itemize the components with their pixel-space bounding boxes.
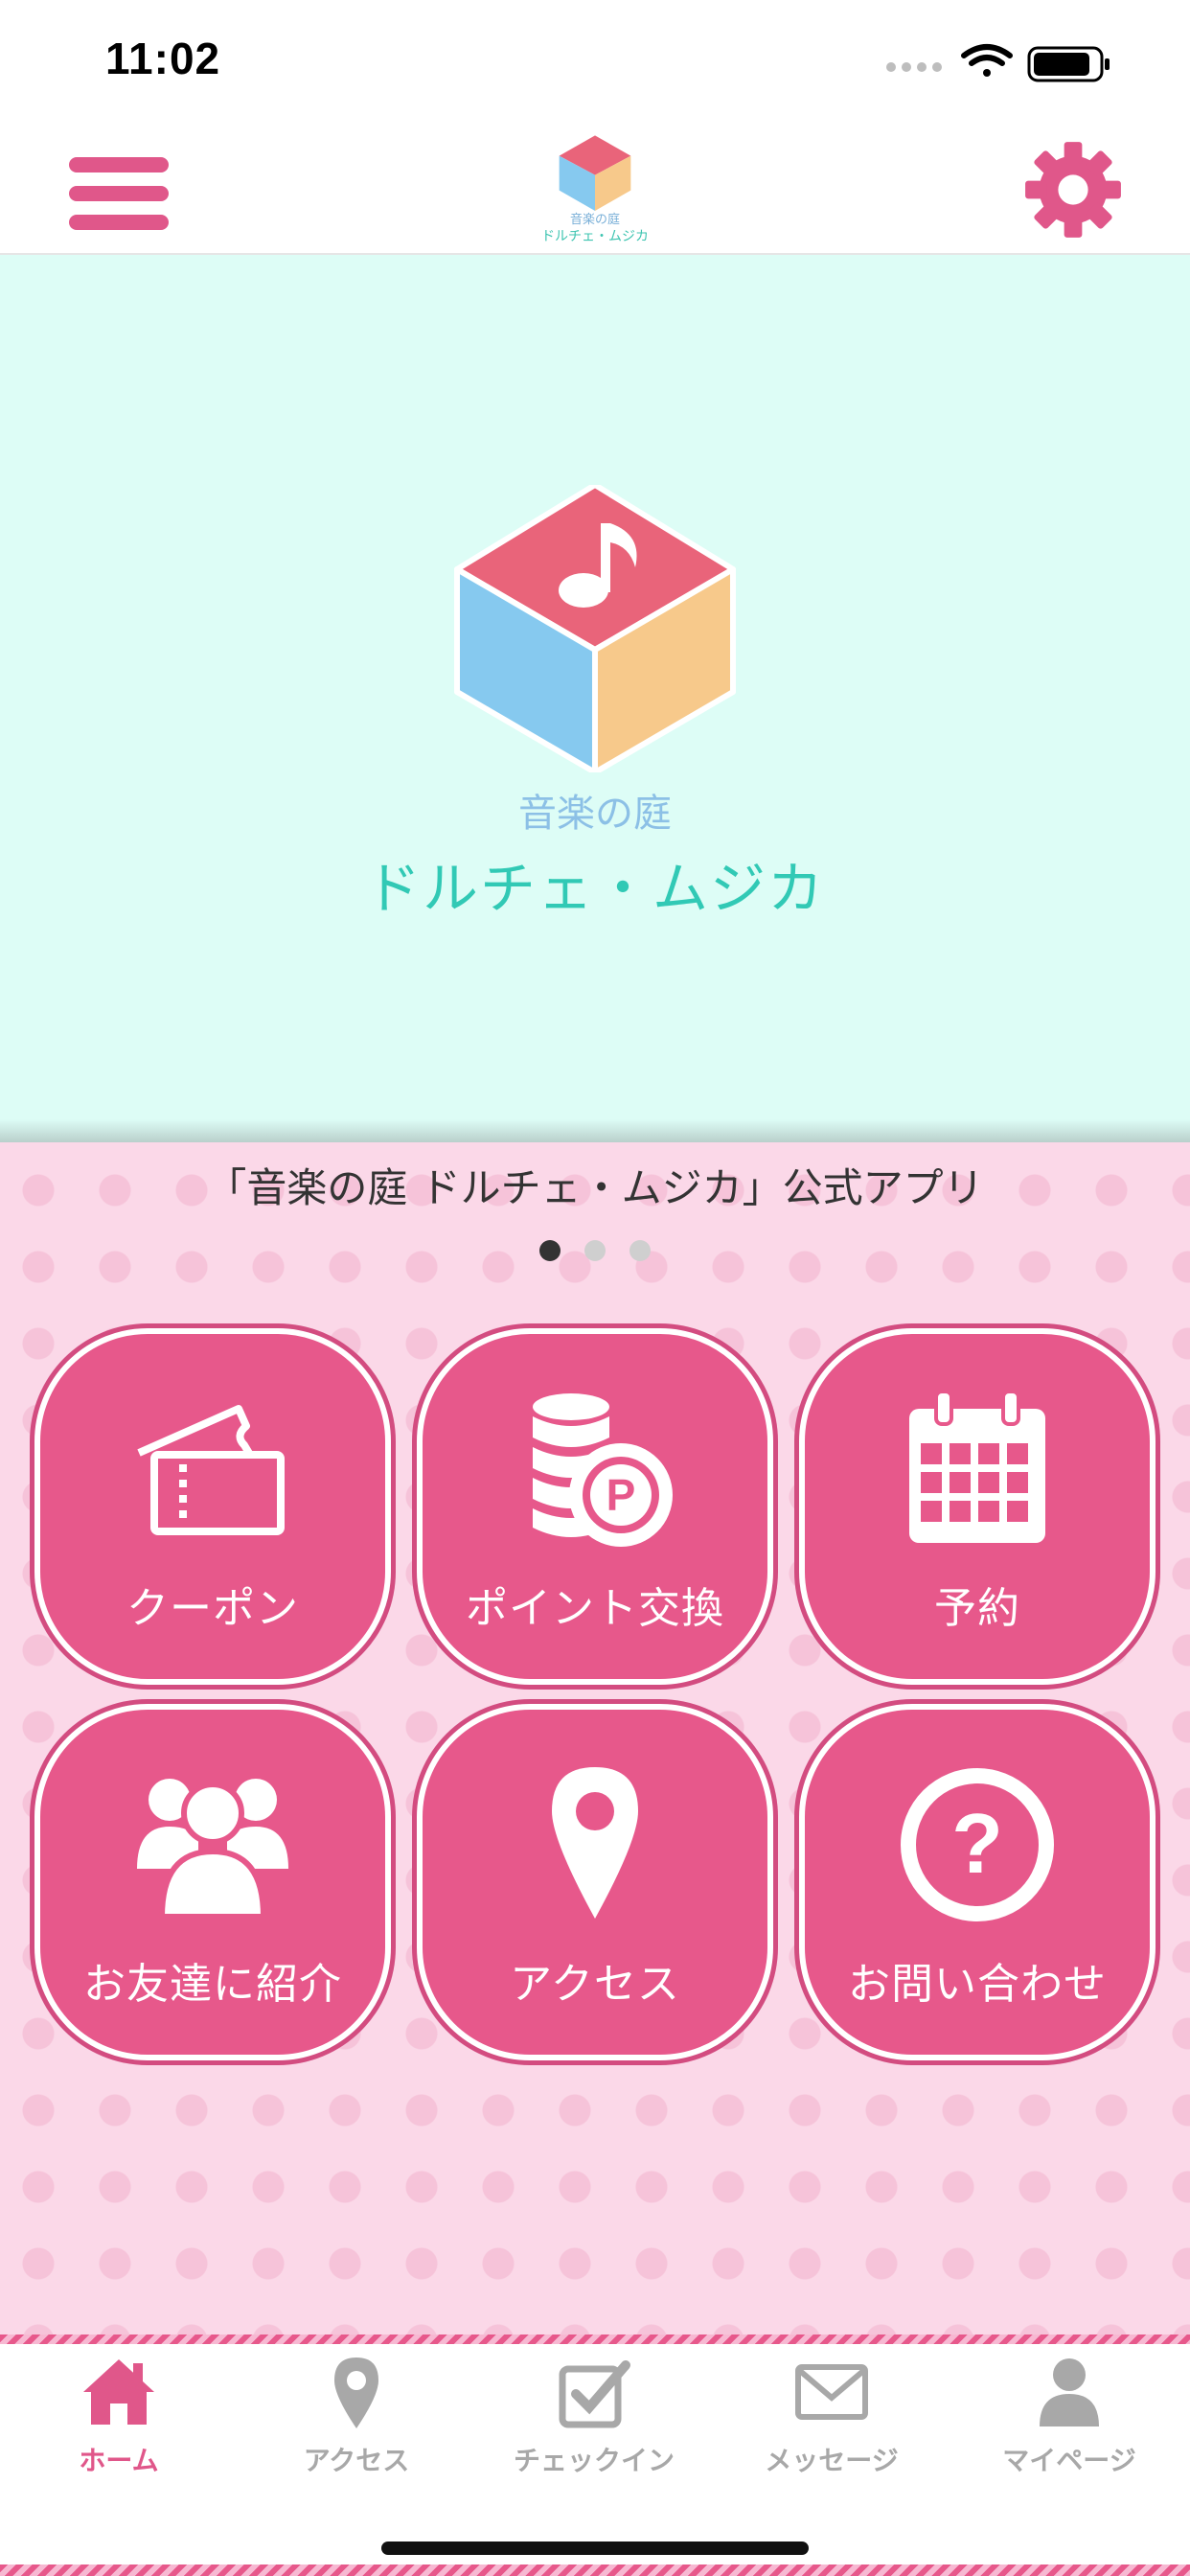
banner-caption: 「音楽の庭 ドルチェ・ムジカ」公式アプリ [206,1164,984,1211]
reservation-button[interactable]: 予約 [799,1328,1156,1685]
point-exchange-label: ポイント交換 [466,1584,724,1633]
coins-icon: P [533,1393,673,1547]
tab-mypage-label: マイページ [1002,2445,1136,2476]
menu-icon [69,157,169,172]
carousel-dot-2[interactable] [584,1240,606,1261]
tab-checkin[interactable]: チェックイン [475,2344,713,2488]
home-icon [83,2359,154,2425]
carousel-dot-1[interactable] [538,1240,561,1261]
wifi-icon [961,44,1013,77]
map-pin-icon [552,1767,638,1919]
status-icons [886,44,1110,82]
home-indicator[interactable] [381,2542,809,2555]
mail-icon [795,2364,868,2420]
ticket-icon [137,1405,285,1535]
access-button[interactable]: アクセス [417,1704,773,2060]
hero-title: ドルチェ・ムジカ [364,856,825,921]
tab-message[interactable]: メッセージ [713,2344,950,2488]
settings-button[interactable] [1023,140,1123,240]
carousel-indicator[interactable] [0,1240,1190,1263]
group-icon [137,1779,288,1920]
tabbar-top-stripe [0,2334,1190,2344]
menu-button[interactable] [69,148,169,234]
tab-message-label: メッセージ [765,2445,899,2476]
point-exchange-button[interactable]: P ポイント交換 [417,1328,773,1685]
tab-mypage[interactable]: マイページ [950,2344,1188,2488]
tab-access-label: アクセス [303,2445,410,2476]
refer-friend-button[interactable]: お友達に紹介 [34,1704,391,2060]
hero-subtitle: 音楽の庭 [518,792,672,836]
cube-logo-icon [559,135,631,211]
checkin-icon [559,2360,630,2428]
battery-icon [1027,46,1110,82]
refer-friend-label: お友達に紹介 [83,1960,342,2009]
tab-home[interactable]: ホーム [0,2344,238,2488]
question-icon: ? [901,1768,1054,1921]
signal-icon [886,62,942,72]
hero-divider [0,1119,1190,1142]
hero-banner[interactable]: 音楽の庭 ドルチェ・ムジカ [0,255,1190,1142]
bottom-stripe [0,2564,1190,2576]
access-label: アクセス [510,1960,680,2009]
status-bar: 11:02 [0,0,1190,125]
tab-home-label: ホーム [79,2445,159,2476]
user-icon [1040,2358,1099,2426]
gear-icon [1025,142,1121,238]
header-logo: 音楽の庭 ドルチェ・ムジカ [535,134,655,249]
carousel-dot-3[interactable] [629,1240,652,1261]
header-logo-subtitle: 音楽の庭 [569,213,620,227]
calendar-icon [909,1390,1045,1543]
app-header: 音楽の庭 ドルチェ・ムジカ [0,125,1190,255]
map-pin-icon [334,2358,378,2428]
svg-text:?: ? [951,1796,1003,1891]
coupon-button[interactable]: クーポン [34,1328,391,1685]
svg-text:P: P [606,1470,636,1520]
reservation-label: 予約 [934,1584,1020,1633]
header-logo-title: ドルチェ・ムジカ [541,229,649,244]
cube-music-logo-icon [454,485,736,772]
tab-checkin-label: チェックイン [513,2445,675,2476]
contact-label: お問い合わせ [848,1960,1107,2009]
status-time: 11:02 [105,34,221,83]
contact-button[interactable]: ? お問い合わせ [799,1704,1156,2060]
tab-access[interactable]: アクセス [238,2344,475,2488]
coupon-label: クーポン [126,1584,299,1633]
